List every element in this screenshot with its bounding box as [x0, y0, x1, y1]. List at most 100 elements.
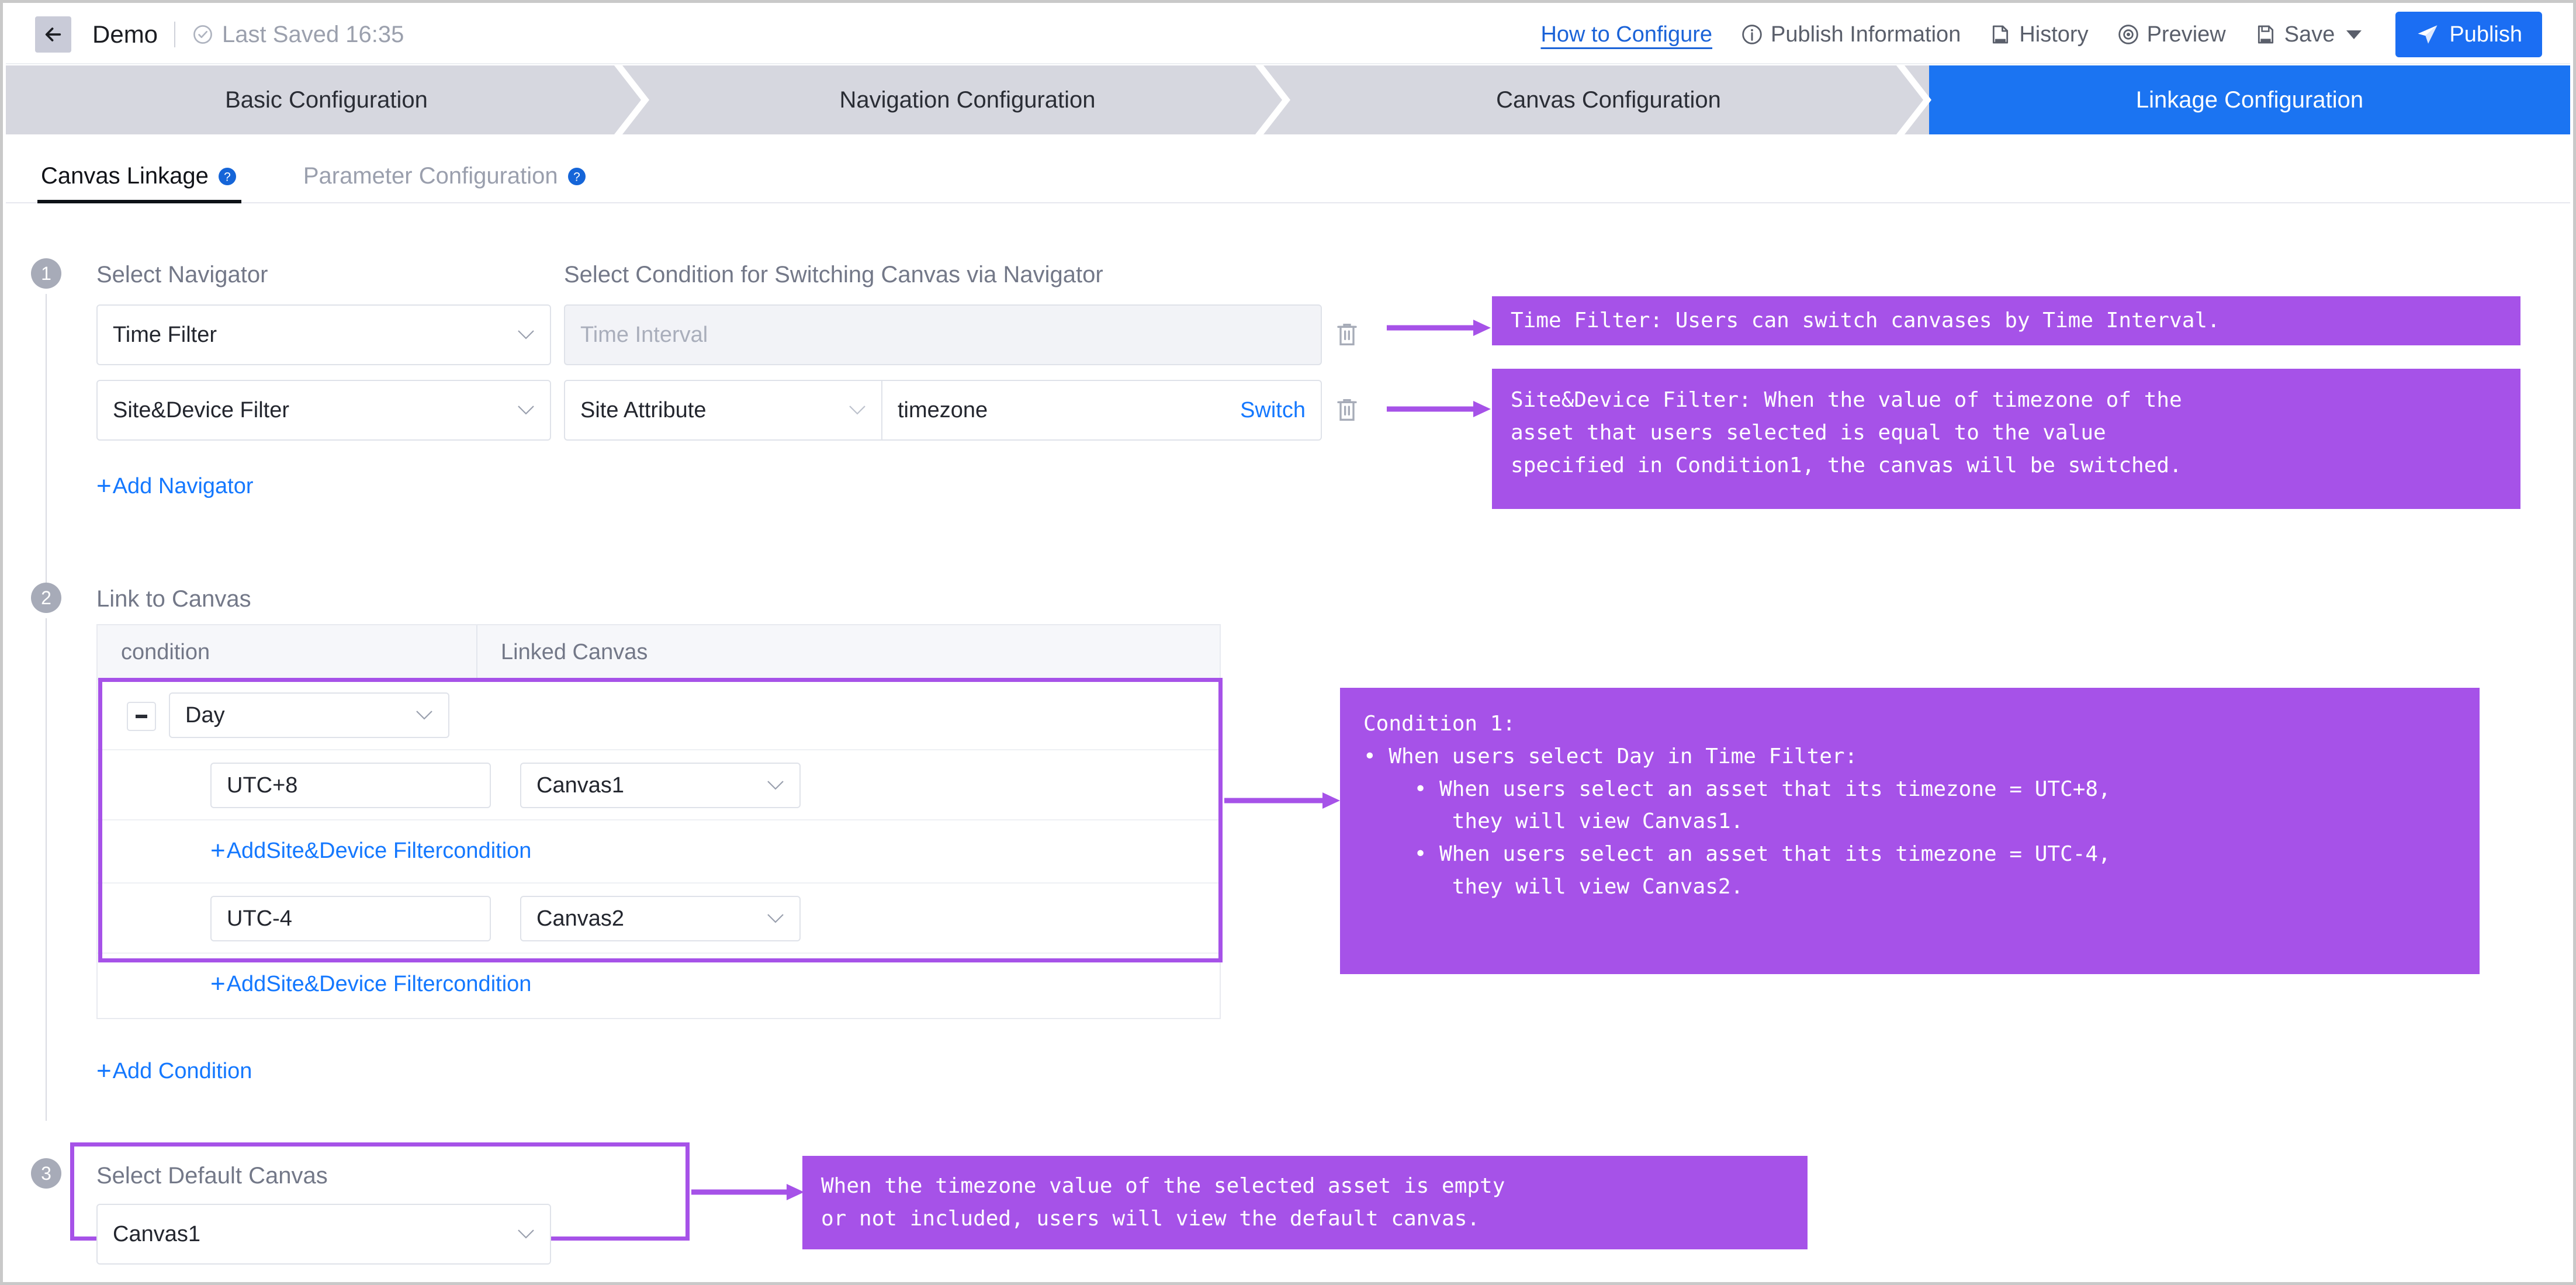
- info-circle-icon: [1742, 25, 1762, 44]
- delete-row-2-icon[interactable]: [1335, 397, 1359, 422]
- annotation-condition1: Condition 1: • When users select Day in …: [1340, 688, 2480, 974]
- svg-text:?: ?: [573, 170, 580, 183]
- step-canvas-configuration[interactable]: Canvas Configuration: [1288, 65, 1931, 134]
- annotation-site-device-filter: Site&Device Filter: When the value of ti…: [1492, 369, 2520, 509]
- chevron-down-icon: [416, 711, 432, 720]
- chevron-down-icon: [518, 406, 534, 415]
- default-canvas-value: Canvas1: [113, 1221, 200, 1246]
- linked-canvas-select-2[interactable]: Canvas2: [520, 896, 801, 941]
- chevron-down-icon: [849, 406, 865, 415]
- back-button[interactable]: [35, 16, 71, 53]
- publish-button[interactable]: Publish: [2395, 12, 2542, 57]
- table-row-value-1: UTC+8 Canvas1: [98, 750, 1220, 820]
- add-navigator-button[interactable]: + Add Navigator: [96, 473, 254, 499]
- navigator-select-2[interactable]: Site&Device Filter: [96, 380, 551, 441]
- clock-check-icon: [193, 25, 212, 44]
- group-condition-select[interactable]: Day: [169, 692, 449, 738]
- time-interval-input[interactable]: Time Interval: [564, 304, 1322, 365]
- attribute-value-input[interactable]: timezone Switch: [881, 380, 1322, 441]
- chevron-down-icon: [767, 914, 784, 923]
- preview-button[interactable]: Preview: [2117, 22, 2226, 47]
- step-3-badge: 3: [31, 1158, 61, 1189]
- link-to-canvas-label: Link to Canvas: [96, 586, 251, 612]
- condition-value-input-2[interactable]: UTC-4: [210, 896, 491, 941]
- chevron-down-icon: [2346, 30, 2362, 39]
- save-disk-icon: [2258, 25, 2273, 44]
- plus-icon: +: [96, 1057, 112, 1085]
- step-1-connector: [46, 294, 47, 586]
- tab-parameter-configuration[interactable]: Parameter Configuration ?: [300, 163, 591, 202]
- step-label: Basic Configuration: [225, 86, 428, 113]
- annotation-arrow-default-canvas: [691, 1184, 804, 1200]
- how-to-configure-link[interactable]: How to Configure: [1540, 22, 1712, 47]
- delete-row-1-icon[interactable]: [1335, 321, 1359, 347]
- toolbar-actions: How to Configure Publish Information His…: [1540, 12, 2542, 57]
- publish-label: Publish: [2449, 22, 2522, 47]
- linkage-table: condition Linked Canvas Day UTC+8 Canvas…: [96, 624, 1221, 1019]
- navigator-select-1[interactable]: Time Filter: [96, 304, 551, 365]
- column-header-linked-canvas: Linked Canvas: [476, 625, 648, 679]
- switch-link[interactable]: Switch: [1240, 398, 1306, 423]
- step-basic-configuration[interactable]: Basic Configuration: [6, 65, 649, 134]
- step-2-connector: [46, 618, 47, 1121]
- title-divider: [174, 22, 176, 47]
- add-site-device-filter-condition-outer-button[interactable]: + AddSite&Device Filtercondition: [210, 971, 531, 997]
- step-progress-bar: Basic Configuration Navigation Configura…: [6, 65, 2570, 134]
- navigator-select-1-value: Time Filter: [113, 322, 217, 347]
- select-default-canvas-label: Select Default Canvas: [96, 1163, 328, 1189]
- select-navigator-label: Select Navigator: [96, 262, 268, 288]
- column-header-condition: condition: [121, 639, 210, 664]
- publish-information-button[interactable]: Publish Information: [1740, 22, 1961, 47]
- condition-value-input-1[interactable]: UTC+8: [210, 763, 491, 808]
- annotation-arrow-condition1: [1224, 792, 1340, 809]
- add-outer-label: AddSite&Device Filtercondition: [226, 971, 532, 996]
- select-condition-label: Select Condition for Switching Canvas vi…: [564, 262, 1103, 288]
- chevron-separator-icon: [614, 65, 649, 134]
- default-canvas-select[interactable]: Canvas1: [96, 1204, 551, 1265]
- site-attribute-value: Site Attribute: [580, 397, 707, 422]
- tab-bar: Canvas Linkage ? Parameter Configuration…: [6, 134, 2570, 203]
- step-2-badge: 2: [31, 583, 61, 613]
- last-saved-text: Last Saved 16:35: [222, 21, 404, 47]
- time-interval-placeholder: Time Interval: [580, 322, 708, 347]
- arrow-left-icon: [45, 27, 61, 41]
- minus-icon: [136, 715, 147, 718]
- annotation-default-canvas: When the timezone value of the selected …: [802, 1156, 1808, 1249]
- table-row-add-inner: + AddSite&Device Filtercondition: [98, 820, 1220, 884]
- last-saved: Last Saved 16:35: [192, 22, 404, 48]
- plus-icon: +: [96, 472, 112, 500]
- add-condition-button[interactable]: + Add Condition: [96, 1058, 252, 1084]
- chevron-separator-icon: [1255, 65, 1290, 134]
- svg-text:?: ?: [224, 170, 231, 183]
- linkage-table-header: condition Linked Canvas: [98, 625, 1220, 680]
- table-row-add-outer: + AddSite&Device Filtercondition: [98, 954, 1220, 1018]
- linked-canvas-value-1: Canvas1: [536, 773, 624, 798]
- add-site-device-filter-condition-inner-button[interactable]: + AddSite&Device Filtercondition: [210, 838, 531, 864]
- add-inner-label: AddSite&Device Filtercondition: [226, 838, 532, 863]
- chevron-down-icon: [518, 1229, 534, 1239]
- send-icon: [2418, 25, 2437, 44]
- linked-canvas-value-2: Canvas2: [536, 906, 624, 931]
- eye-icon: [2118, 25, 2138, 44]
- help-circle-icon[interactable]: ?: [566, 166, 587, 187]
- help-circle-icon[interactable]: ?: [217, 166, 238, 187]
- add-navigator-label: Add Navigator: [112, 473, 254, 498]
- navigator-select-2-value: Site&Device Filter: [113, 397, 289, 422]
- chevron-down-icon: [518, 330, 534, 340]
- save-button[interactable]: Save: [2254, 22, 2362, 47]
- tab-label: Canvas Linkage: [41, 163, 209, 189]
- annotation-arrow-site-device-filter: [1387, 401, 1491, 417]
- step-1-badge: 1: [31, 258, 61, 289]
- history-button[interactable]: History: [1989, 22, 2089, 47]
- step-label: Navigation Configuration: [839, 86, 1096, 113]
- group-condition-value: Day: [185, 702, 225, 728]
- tab-canvas-linkage[interactable]: Canvas Linkage ?: [37, 163, 241, 203]
- site-attribute-select[interactable]: Site Attribute: [564, 380, 882, 441]
- annotation-arrow-time-filter: [1387, 320, 1491, 336]
- attribute-value-text: timezone: [898, 397, 988, 422]
- linked-canvas-select-1[interactable]: Canvas1: [520, 763, 801, 808]
- preview-label: Preview: [2146, 22, 2226, 47]
- step-navigation-configuration[interactable]: Navigation Configuration: [647, 65, 1290, 134]
- collapse-group-button[interactable]: [127, 702, 156, 731]
- step-linkage-configuration[interactable]: Linkage Configuration: [1929, 65, 2570, 134]
